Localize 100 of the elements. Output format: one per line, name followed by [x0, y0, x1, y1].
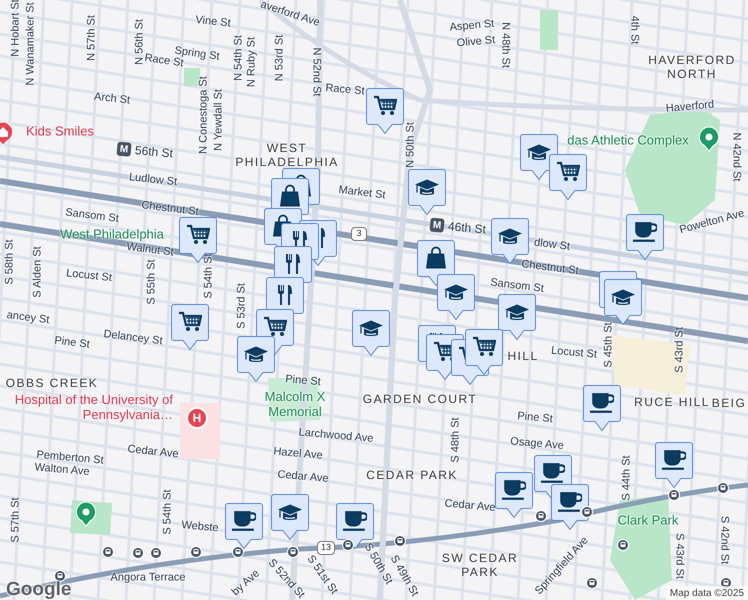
street-label: N 53rd St — [274, 34, 286, 82]
street-label: Powelton Ave — [678, 207, 746, 237]
street-label: Sansom St — [64, 206, 120, 226]
tram-icon[interactable] — [717, 482, 729, 494]
place-label[interactable]: Hospital of the University of Pennsylvania… — [3, 393, 173, 423]
neighborhood-label[interactable]: HILL — [507, 350, 539, 364]
street-label: Cedar Ave — [126, 443, 180, 461]
neighborhood-label[interactable]: GARDEN COURT — [362, 393, 478, 407]
landmark-label[interactable]: Malcolm X Memorial — [250, 390, 340, 420]
tram-icon[interactable] — [287, 546, 299, 558]
tram-icon[interactable] — [102, 546, 114, 558]
tram-icon[interactable] — [150, 547, 162, 559]
street-label: Locust St — [550, 344, 598, 362]
street-label: Osage Ave — [510, 435, 564, 453]
street-label: 56th St — [134, 142, 174, 162]
place-marker[interactable] — [583, 385, 621, 431]
tram-icon[interactable] — [190, 546, 202, 558]
street-label: S 54th St — [162, 489, 174, 535]
street-label: N 42nd St — [730, 132, 742, 182]
place-marker[interactable] — [352, 310, 390, 356]
route-shield: 13 — [317, 541, 336, 555]
place-marker[interactable] — [225, 503, 263, 549]
street-label: S 43rd St — [674, 327, 686, 373]
street-label: Pine St — [54, 334, 90, 352]
street-label: N Conestoga St — [198, 76, 210, 154]
place-marker[interactable] — [498, 294, 536, 340]
tram-icon[interactable] — [54, 570, 66, 582]
street-label: Ludlow St — [128, 171, 178, 189]
shopping-bag-icon — [279, 184, 301, 208]
route-shield: 3 — [351, 227, 367, 241]
place-marker[interactable] — [626, 214, 664, 260]
coffee-cup-icon — [232, 509, 256, 533]
shopping-cart-icon — [373, 94, 397, 118]
place-marker[interactable] — [179, 217, 217, 263]
street-label: S 53rd St — [236, 283, 248, 329]
coffee-cup-icon — [590, 391, 614, 415]
neighborhood-label[interactable]: RUCE HILL — [634, 396, 710, 410]
street-label: S 43rd St — [672, 533, 686, 579]
street-label: N 56th St — [134, 19, 146, 65]
place-marker[interactable] — [271, 494, 309, 540]
tram-icon[interactable] — [232, 546, 244, 558]
coffee-cup-icon — [662, 448, 686, 472]
place-marker[interactable] — [465, 329, 503, 375]
street-label: Hazel Ave — [272, 446, 324, 462]
tram-icon[interactable] — [535, 510, 547, 522]
metro-station-icon[interactable]: M — [116, 142, 132, 157]
park-pin-icon[interactable] — [698, 126, 720, 152]
street-label: N 48th St — [498, 22, 512, 68]
street-label: Delancey St — [102, 328, 164, 348]
street-label: S 57th St — [10, 497, 22, 543]
street-label: Aspen St — [449, 18, 495, 34]
street-label: S 58th St — [4, 239, 16, 285]
street-label: N 52nd St — [310, 48, 322, 96]
street-label: Walton Ave — [34, 461, 90, 479]
tram-icon[interactable] — [581, 506, 593, 518]
tram-icon[interactable] — [586, 577, 598, 589]
street-label: Vine St — [194, 14, 232, 30]
street-label: averford Ave — [258, 0, 322, 30]
place-marker[interactable] — [408, 169, 446, 215]
metro-station-icon[interactable]: M — [429, 218, 445, 233]
coffee-cup-icon — [343, 509, 367, 533]
place-marker[interactable] — [366, 88, 404, 134]
place-marker[interactable] — [171, 304, 209, 350]
place-marker[interactable] — [495, 472, 533, 518]
place-marker[interactable] — [551, 484, 589, 530]
street-label: S 48th St — [450, 417, 462, 463]
street-label: S 45th St — [602, 322, 616, 368]
place-label[interactable]: Kids Smiles — [26, 124, 94, 140]
landmark-label[interactable]: das Athletic Complex — [567, 134, 689, 148]
coffee-cup-icon — [633, 220, 657, 244]
street-label: Olive St — [456, 34, 496, 50]
street-label: S Alden St — [32, 246, 44, 298]
place-marker[interactable] — [655, 442, 693, 488]
shopping-cart-icon — [472, 335, 496, 359]
neighborhood-label[interactable]: CEDAR PARK — [366, 469, 458, 483]
street-label: Chestnut St — [520, 258, 580, 278]
street-label: N 50th St — [404, 122, 418, 168]
neighborhood-label[interactable]: SW CEDAR PARK — [434, 552, 526, 580]
street-label: Arch St — [93, 90, 131, 108]
tram-icon[interactable] — [132, 547, 144, 559]
street-label: Pine St — [284, 373, 322, 389]
street-label: Race St — [324, 82, 366, 98]
street-label: dlow St — [533, 236, 571, 254]
shopping-cart-icon — [263, 315, 287, 339]
neighborhood-label[interactable]: BEIG — [712, 397, 746, 411]
street-label: Haverford — [665, 98, 715, 116]
neighborhood-label[interactable]: HAVERFORD NORTH — [632, 54, 748, 82]
park-pin-icon[interactable] — [75, 501, 97, 527]
place-marker[interactable] — [549, 154, 587, 200]
coffee-cup-icon — [502, 478, 526, 502]
tram-icon[interactable] — [668, 489, 680, 501]
fork-and-knife-icon — [286, 254, 300, 274]
street-label: Locust St — [66, 267, 112, 285]
street-label: Angora Terrace — [110, 572, 186, 584]
park-area — [540, 10, 558, 50]
street-label: Chestnut St — [140, 199, 200, 219]
place-marker[interactable] — [336, 503, 374, 549]
neighborhood-label[interactable]: OBBS CREEK — [6, 377, 98, 391]
tram-icon[interactable] — [394, 535, 406, 547]
street-label: Walnut St — [126, 240, 174, 260]
